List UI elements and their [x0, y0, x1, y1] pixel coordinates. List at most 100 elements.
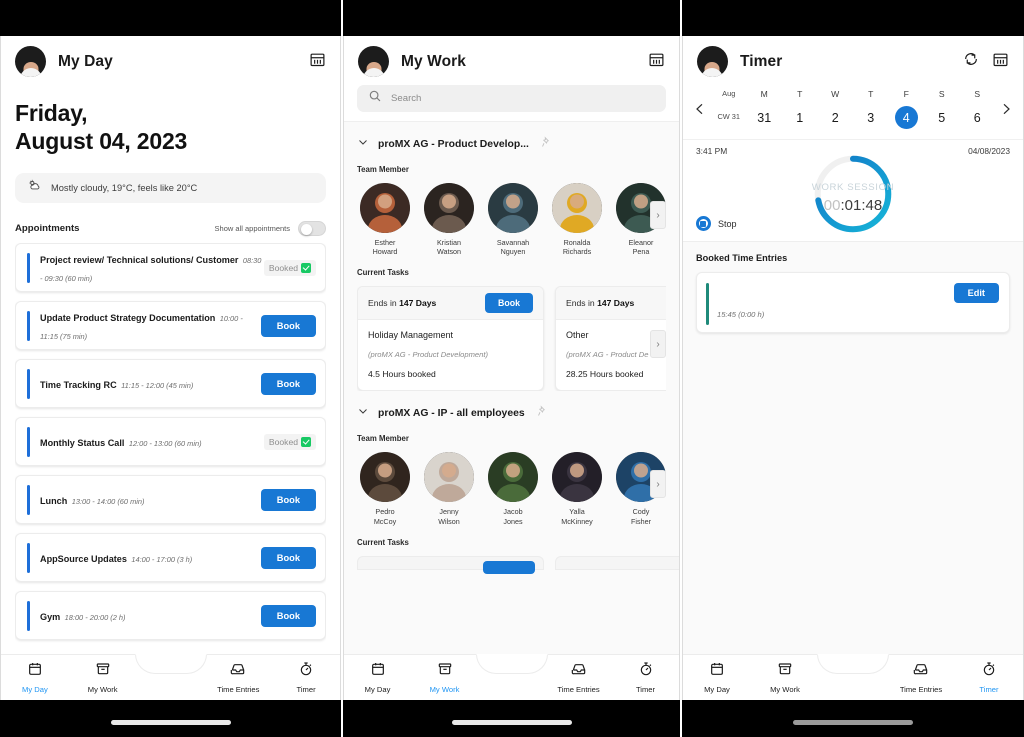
nav-item-my-work[interactable]: My Work	[69, 661, 137, 694]
phone-my-day: My Day Friday, August 04, 2023 Mostly cl…	[0, 0, 342, 737]
calendar-icon[interactable]	[648, 51, 665, 73]
chevron-down-icon[interactable]	[357, 404, 369, 422]
show-all-appointments-toggle[interactable]	[298, 221, 327, 237]
calendar-day[interactable]: T 3	[853, 89, 889, 129]
status-bar-top	[681, 0, 1024, 36]
nav-item-time-entries[interactable]: Time Entries	[545, 661, 612, 694]
team-member[interactable]: Yalla McKinney	[549, 452, 605, 526]
nav-item-timer[interactable]: Timer	[272, 661, 340, 694]
book-button[interactable]: Book	[260, 604, 317, 627]
book-button[interactable]	[483, 560, 535, 574]
search-box[interactable]: Search	[357, 85, 666, 112]
pin-icon[interactable]	[538, 135, 550, 153]
time-entry-time: 15:45 (0:00 h)	[716, 310, 765, 319]
calendar-icon[interactable]	[309, 51, 326, 73]
project-header[interactable]: proMX AG - Product Develop...	[357, 122, 666, 153]
appointment-title: Gym	[40, 611, 61, 622]
bottom-nav: My Day My Work Time Entries Timer	[1, 654, 341, 700]
status-bar-top	[0, 0, 342, 36]
team-member[interactable]: Savannah Nguyen	[485, 183, 541, 256]
project-name: proMX AG - Product Develop...	[378, 138, 529, 150]
team-member[interactable]: Kristian Watson	[421, 183, 477, 256]
avatar[interactable]	[15, 46, 46, 77]
page-title: My Day	[58, 52, 113, 70]
appointment-card[interactable]: Lunch 13:00 - 14:00 (60 min) Book	[15, 475, 327, 525]
task-name: Holiday Management	[368, 330, 454, 341]
chevron-right-icon[interactable]	[995, 101, 1017, 117]
project-header[interactable]: proMX AG - IP - all employees	[357, 391, 666, 422]
nav-item-my-day[interactable]: My Day	[1, 661, 69, 694]
nav-item-timer[interactable]: Timer	[955, 661, 1023, 694]
nav-item-time-entries[interactable]: Time Entries	[887, 661, 955, 694]
team-member-label: Team Member	[357, 165, 409, 174]
member-avatar	[424, 452, 474, 503]
task-card-body: Holiday Management (proMX AG - Product D…	[358, 320, 543, 390]
appointment-time: 11:15 - 12:00 (45 min)	[121, 380, 194, 390]
calendar-day[interactable]: W 2	[817, 89, 853, 129]
appointment-card[interactable]: Gym 18:00 - 20:00 (2 h) Book	[15, 591, 327, 641]
team-member[interactable]: Jacob Jones	[485, 452, 541, 526]
nav-item-my-day[interactable]: My Day	[344, 661, 411, 694]
book-button[interactable]: Book	[260, 546, 317, 569]
team-member[interactable]: Pedro McCoy	[357, 452, 413, 526]
archive-box-icon	[437, 661, 453, 682]
weather-text: Mostly cloudy, 19°C, feels like 20°C	[51, 183, 198, 194]
team-members-carousel: Pedro McCoy Jenny Wilson Jacob Jones Yal…	[357, 452, 666, 526]
appointment-card[interactable]: Project review/ Technical solutions/ Cus…	[15, 243, 327, 293]
book-button[interactable]: Book	[485, 293, 533, 314]
day-number: 4	[894, 106, 918, 129]
timer-ring: WORK SESSION 00:01:48	[696, 150, 1010, 238]
pin-icon[interactable]	[534, 404, 546, 422]
show-all-toggle-group[interactable]: Show all appointments	[214, 221, 327, 237]
day-number: 1	[796, 110, 804, 125]
chevron-left-icon[interactable]	[689, 101, 711, 117]
task-ends-in: Ends in 147 Days	[368, 298, 437, 309]
calendar-icon[interactable]	[992, 51, 1009, 73]
team-member[interactable]: Jenny Wilson	[421, 452, 477, 526]
nav-item-time-entries[interactable]: Time Entries	[204, 661, 272, 694]
nav-label: My Work	[87, 685, 118, 694]
chevron-down-icon[interactable]	[357, 135, 369, 153]
show-all-label: Show all appointments	[214, 224, 291, 234]
members-next-button[interactable]: ›	[650, 201, 666, 229]
team-member[interactable]: Ronalda Richards	[549, 183, 605, 256]
booked-time-entries-label: Booked Time Entries	[695, 253, 788, 263]
calendar-day-selected[interactable]: F 4	[888, 89, 924, 129]
appointment-card[interactable]: Monthly Status Call 12:00 - 13:00 (60 mi…	[15, 417, 327, 467]
book-button[interactable]: Book	[260, 314, 317, 337]
calendar-day[interactable]: S 5	[924, 89, 960, 129]
members-next-button[interactable]: ›	[650, 470, 666, 499]
calendar-day[interactable]: M 31	[746, 89, 782, 129]
appointment-card[interactable]: AppSource Updates 14:00 - 17:00 (3 h) Bo…	[15, 533, 327, 583]
calendar-day[interactable]: T 1	[782, 89, 818, 129]
day-of-week: S	[974, 89, 981, 99]
nav-item-my-work[interactable]: My Work	[751, 661, 819, 694]
search-input[interactable]: Search	[391, 93, 421, 104]
appointment-card[interactable]: Update Product Strategy Documentation 10…	[15, 301, 327, 351]
header-actions	[648, 51, 665, 73]
nav-item-my-work[interactable]: My Work	[411, 661, 478, 694]
stopwatch-icon	[981, 661, 997, 682]
task-card[interactable]: Ends in 147 Days Book Holiday Management…	[357, 286, 544, 392]
appointment-time: 13:00 - 14:00 (60 min)	[71, 496, 145, 506]
team-member[interactable]: Esther Howard	[357, 183, 413, 256]
book-button[interactable]: Book	[260, 372, 317, 395]
app-header-my-work: My Work	[344, 36, 679, 85]
tasks-next-button[interactable]: ›	[650, 330, 666, 359]
page-title: Timer	[739, 52, 783, 70]
task-card[interactable]	[357, 555, 544, 574]
avatar[interactable]	[696, 46, 728, 77]
time-entry-card[interactable]: 15:45 (0:00 h) Edit	[695, 272, 1010, 333]
refresh-icon[interactable]	[963, 51, 979, 72]
task-card-header: Ends in 147 Days	[556, 287, 666, 321]
nav-item-timer[interactable]: Timer	[612, 661, 679, 694]
edit-button[interactable]: Edit	[953, 283, 999, 303]
nav-item-my-day[interactable]: My Day	[683, 661, 751, 694]
book-button[interactable]: Book	[260, 488, 317, 511]
avatar[interactable]	[358, 46, 389, 77]
task-card[interactable]	[555, 555, 679, 570]
appointment-card[interactable]: Time Tracking RC 11:15 - 12:00 (45 min) …	[15, 359, 327, 409]
week-days: Aug CW 31 M 31 T 1 W 2 T 3 F 4 S 5 S 6	[711, 89, 995, 129]
day-of-week: F	[903, 89, 909, 99]
calendar-day[interactable]: S 6	[959, 89, 995, 129]
